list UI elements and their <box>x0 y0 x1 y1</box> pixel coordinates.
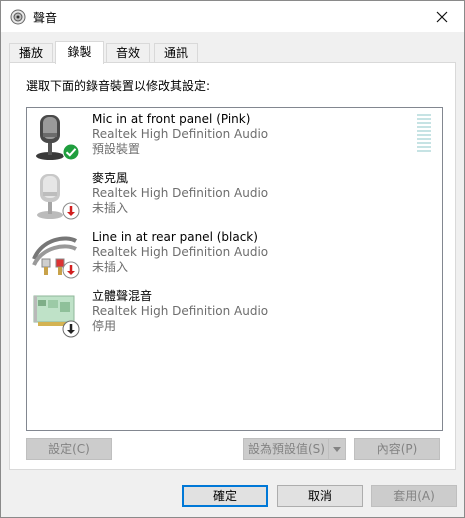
set-default-label: 設為預設值(S) <box>248 442 325 456</box>
ok-button[interactable]: 確定 <box>182 485 268 507</box>
tab-recording[interactable]: 錄製 <box>55 41 104 64</box>
device-item[interactable]: 麥克風 Realtek High Definition Audio 未插入 <box>28 168 441 226</box>
close-button[interactable] <box>420 1 464 32</box>
apply-button[interactable]: 套用(A) <box>371 485 457 507</box>
device-name: 立體聲混音 <box>92 289 153 303</box>
title-bar: 聲音 <box>1 1 464 32</box>
cancel-button[interactable]: 取消 <box>277 485 363 507</box>
device-status: 未插入 <box>92 260 129 274</box>
device-item[interactable]: Mic in at front panel (Pink) Realtek Hig… <box>28 109 441 167</box>
window-title: 聲音 <box>33 11 58 25</box>
device-status: 停用 <box>92 319 117 333</box>
input-level-meter <box>417 114 431 154</box>
recording-panel: 選取下面的錄音裝置以修改其設定: Mic in at front panel (… <box>9 62 456 470</box>
tab-communications[interactable]: 通訊 <box>154 43 198 63</box>
device-name: Mic in at front panel (Pink) <box>92 112 251 126</box>
tab-playback[interactable]: 播放 <box>9 43 53 63</box>
unplugged-badge-icon <box>62 202 80 220</box>
device-item[interactable]: 立體聲混音 Realtek High Definition Audio 停用 <box>28 286 441 344</box>
set-default-button[interactable]: 設為預設值(S) <box>243 438 346 460</box>
close-icon <box>436 11 448 22</box>
speaker-icon <box>10 9 26 25</box>
device-status: 未插入 <box>92 201 129 215</box>
device-item[interactable]: Line in at rear panel (black) Realtek Hi… <box>28 227 441 285</box>
device-name: Line in at rear panel (black) <box>92 230 258 244</box>
device-name: 麥克風 <box>92 171 129 185</box>
set-default-dropdown[interactable] <box>328 439 345 459</box>
device-status: 預設裝置 <box>92 142 141 156</box>
device-driver: Realtek High Definition Audio <box>92 127 269 141</box>
device-driver: Realtek High Definition Audio <box>92 304 269 318</box>
disabled-badge-icon <box>62 320 80 338</box>
device-list[interactable]: Mic in at front panel (Pink) Realtek Hig… <box>26 107 443 431</box>
tab-sounds[interactable]: 音效 <box>106 43 150 63</box>
instruction-text: 選取下面的錄音裝置以修改其設定: <box>26 79 211 93</box>
properties-button[interactable]: 內容(P) <box>354 438 440 460</box>
unplugged-badge-icon <box>62 261 80 279</box>
configure-button[interactable]: 設定(C) <box>26 438 112 460</box>
chevron-down-icon <box>333 446 341 452</box>
device-driver: Realtek High Definition Audio <box>92 245 269 259</box>
device-driver: Realtek High Definition Audio <box>92 186 269 200</box>
check-badge-icon <box>62 143 80 161</box>
sound-dialog: 聲音 播放 錄製 音效 通訊 選取下面的錄音裝置以修改其設定: Mic in a… <box>0 0 465 518</box>
